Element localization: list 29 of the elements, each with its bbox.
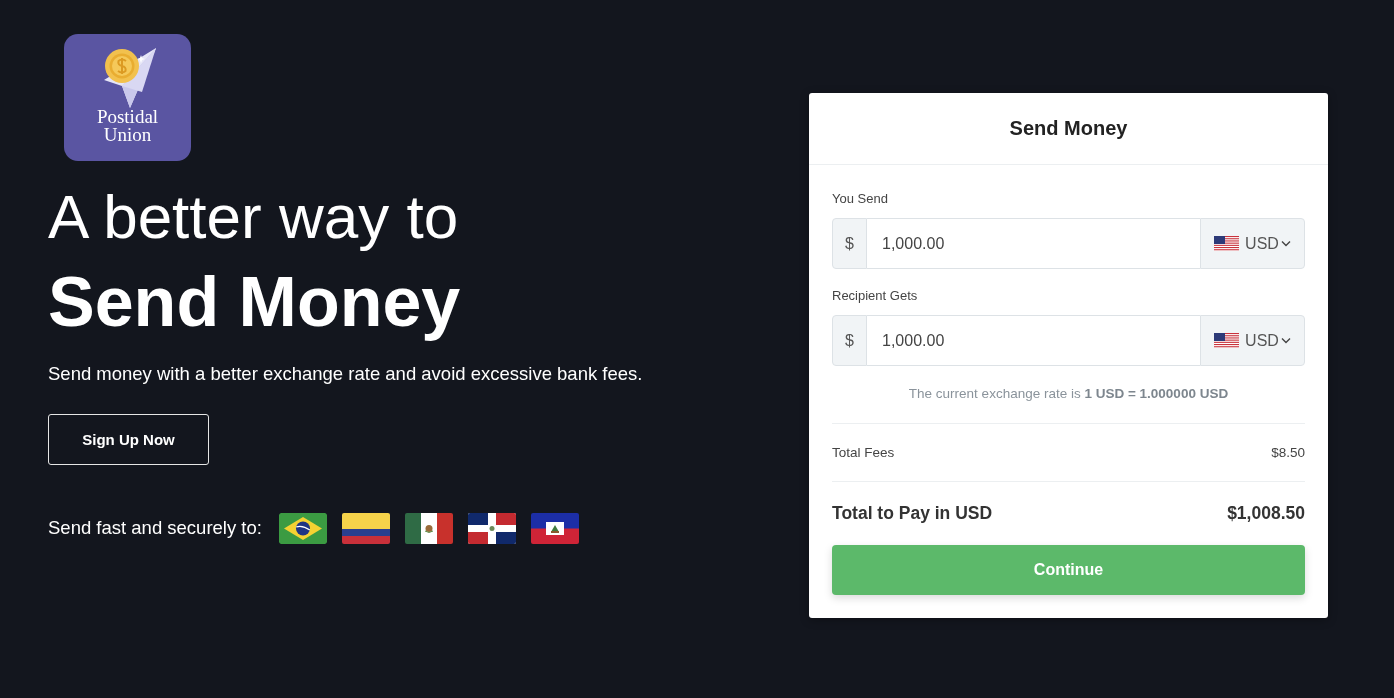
currency-symbol: $ (832, 315, 867, 366)
us-flag-icon (1214, 333, 1240, 348)
headline: A better way to (48, 181, 459, 253)
hero-subtitle: Send money with a better exchange rate and avoid excessive bank fees. (48, 361, 643, 386)
field-label: You Send (832, 191, 889, 207)
total-label: Total to Pay in USD (832, 503, 993, 524)
dominican-flag-icon (467, 512, 516, 544)
amount-input[interactable]: 1,000.00 (867, 315, 1200, 366)
currency-symbol: $ (832, 218, 867, 269)
total-amount: $1,008.50 (1227, 503, 1305, 524)
chevron-down-icon (1280, 240, 1291, 247)
brand-name: Postidal Union (96, 108, 159, 144)
brazil-flag-icon (278, 512, 327, 544)
sign-up-button[interactable]: Sign Up Now (48, 413, 209, 465)
amount-input[interactable]: 1,000.00 (867, 218, 1200, 269)
headline-emphasis: Send Money (48, 262, 461, 343)
exchange-rate-note: The current exchange rate is 1 USD = 1.000000 USD (907, 385, 1230, 403)
destinations-label: Send fast and securely to: (48, 517, 262, 540)
currency-select[interactable]: USD (1200, 218, 1305, 269)
fees-amount: $8.50 (1271, 445, 1305, 460)
card-title: Send Money (809, 93, 1328, 165)
fees-label: Total Fees (832, 445, 895, 460)
field-label: Recipient Gets (832, 288, 919, 304)
chevron-down-icon (1280, 337, 1291, 344)
us-flag-icon (1214, 236, 1240, 251)
currency-select[interactable]: USD (1200, 315, 1305, 366)
colombia-flag-icon (341, 512, 390, 544)
haiti-flag-icon (530, 512, 579, 544)
mexico-flag-icon (404, 512, 453, 544)
